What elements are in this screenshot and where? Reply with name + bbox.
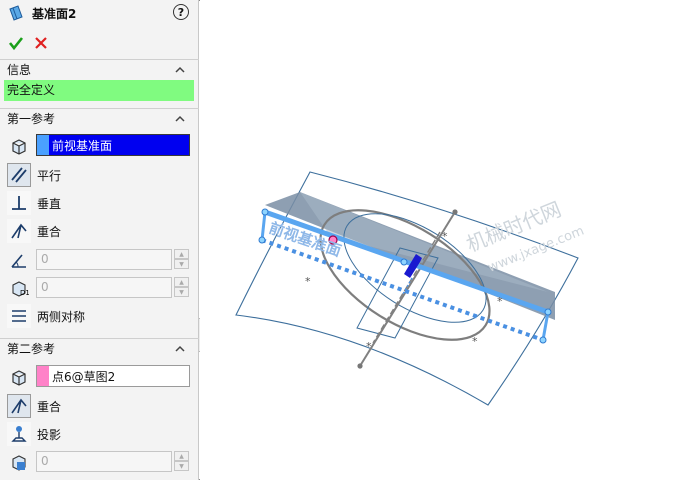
option-coincident[interactable]: 重合 [7,218,197,244]
plane-handle [539,336,547,344]
first-reference-field[interactable]: 前视基准面 [36,134,190,156]
reference-cube-icon[interactable] [7,134,31,158]
second-reference-swatch [37,366,49,386]
sketch-point: * [497,295,503,308]
option-symmetric-label: 两侧对称 [37,309,86,324]
chevron-up-icon[interactable] [173,112,187,126]
status-message: 完全定义 [4,80,194,101]
option-perpendicular-label: 垂直 [37,196,62,211]
second-reference-value: 点6@草图2 [52,369,116,384]
ok-check-icon[interactable] [7,34,25,52]
plane-edge [260,211,267,241]
plane-handle [400,258,408,266]
panel-titlebar: 基准面2 ? [0,0,199,26]
chevron-up-icon[interactable] [173,342,187,356]
ok-cancel-row [0,32,50,54]
option-coincident-label: 重合 [37,224,62,239]
info-section-title: 信息 [7,63,32,77]
sketch-point: * [305,275,311,288]
graphics-viewport[interactable]: * * * * * 前视基准面 机械时代网 www.jxage.com [200,0,700,480]
plane-handle [261,208,269,216]
second-reference-title: 第二参考 [7,342,56,356]
second-value-spinner[interactable]: ▲ ▼ [174,451,189,472]
option-parallel-label: 平行 [37,168,62,183]
coincident-icon[interactable] [7,394,31,418]
svg-text:D1: D1 [20,289,29,297]
angle-input[interactable]: 0 [36,249,172,270]
parallel-icon[interactable] [7,163,31,187]
option-second-coincident[interactable]: 重合 [7,393,197,419]
sketch-point [357,363,363,369]
first-reference-header[interactable]: 第一参考 [0,108,199,128]
option-symmetric[interactable]: 两侧对称 [7,303,197,329]
distance-icon[interactable] [7,450,31,474]
distance-spinner[interactable]: ▲ ▼ [174,277,189,298]
first-reference-swatch [37,135,49,155]
property-manager: 基准面2 ? 信息 完全定义 第一参考 前视基准面 平行 垂直 重合 0 ▲ ▼… [0,0,199,480]
help-icon[interactable]: ? [173,4,189,20]
second-value-input[interactable]: 0 [36,451,172,472]
option-projection[interactable]: 投影 [7,421,197,447]
first-reference-title: 第一参考 [7,112,56,126]
sketch-point: * [472,335,478,348]
plane-icon [9,5,23,21]
symmetric-icon[interactable] [7,304,31,328]
cancel-x-icon[interactable] [32,34,50,52]
model-preview: * * * * * 前视基准面 机械时代网 www.jxage.com [235,171,586,406]
panel-title: 基准面2 [32,6,77,21]
option-perpendicular[interactable]: 垂直 [7,190,197,216]
coincident-icon[interactable] [7,219,31,243]
second-reference-field[interactable]: 点6@草图2 [36,365,190,387]
reference-cube-icon[interactable] [7,365,31,389]
second-reference-header[interactable]: 第二参考 [0,338,199,358]
distance-icon[interactable]: D1 [7,276,31,300]
option-second-coincident-label: 重合 [37,399,62,414]
perpendicular-icon[interactable] [7,191,31,215]
angle-icon[interactable] [7,248,31,272]
sketch-point: * [442,230,448,243]
plane-handle [544,308,552,316]
info-section-header[interactable]: 信息 [0,59,199,79]
option-projection-label: 投影 [37,427,62,442]
distance-input[interactable]: 0 [36,277,172,298]
projection-icon[interactable] [7,422,31,446]
option-parallel[interactable]: 平行 [7,162,197,188]
chevron-up-icon[interactable] [173,63,187,77]
plane-handle [258,236,266,244]
sketch-point [452,209,458,215]
angle-spinner[interactable]: ▲ ▼ [174,249,189,270]
sketch-point: * [366,340,372,353]
first-reference-value: 前视基准面 [52,138,113,153]
